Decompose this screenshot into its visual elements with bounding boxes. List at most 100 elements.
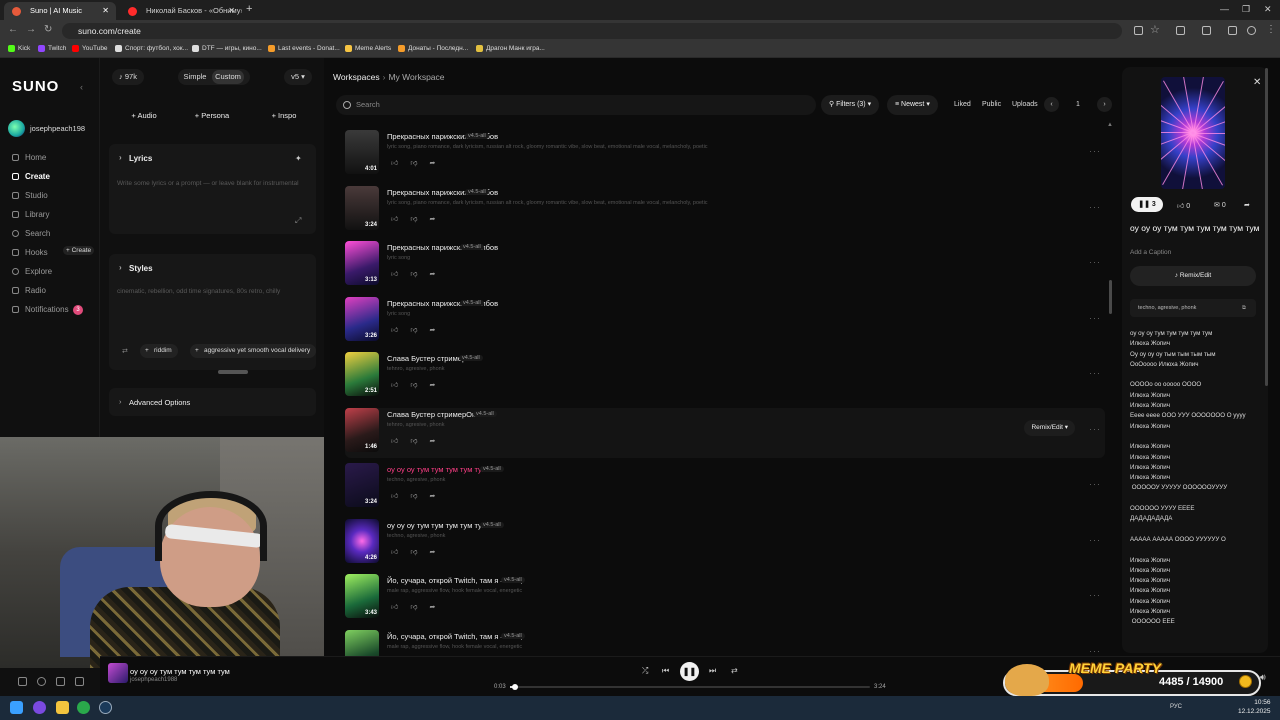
nav-radio[interactable]: Radio [12,286,46,295]
song-row[interactable]: 2:51 Слава Бустер стримерОк v4.5-all tehnro… [345,352,1105,402]
windows-start-icon[interactable] [10,701,23,714]
system-tray[interactable]: РУС [1170,704,1182,710]
song-title[interactable]: Слава Бустер стримерОк [387,410,475,419]
next-page-icon[interactable]: › [1097,97,1112,112]
file-explorer-icon[interactable] [56,701,69,714]
more-options-icon[interactable]: ··· [1089,202,1101,212]
shuffle-icon[interactable]: ⇄ [122,347,128,355]
thumbs-up-icon[interactable]: 👍︎ [391,549,398,556]
pause-button[interactable]: ❚❚ [680,662,699,681]
sidebar-icon[interactable] [1202,26,1211,35]
song-thumbnail[interactable]: 2:51 [345,352,379,396]
minimize-icon[interactable]: — [1220,4,1229,14]
thumbs-up-icon[interactable]: 👍︎ [391,604,398,611]
close-icon[interactable]: ✕ [228,2,235,20]
song-thumbnail[interactable]: 3:13 [345,241,379,285]
list-scrollbar-thumb[interactable] [1109,280,1112,314]
repeat-icon[interactable]: ⇄ [731,666,738,675]
song-row[interactable]: 3:43 Йо, сучара, открой Twitch, там я — б… [345,574,1105,624]
player-artist[interactable]: josephpeach1988 [130,677,177,683]
thumbs-down-icon[interactable]: 👎︎ [410,493,417,500]
more-options-icon[interactable]: ··· [1089,590,1101,600]
thumbs-down-icon[interactable]: 👎︎ [410,327,417,334]
magic-wand-icon[interactable]: ✦ [295,154,302,163]
close-icon[interactable]: ✕ [1253,77,1261,88]
bookmark-item[interactable]: Драгон Манк игра... [476,45,545,52]
thumbs-down-icon[interactable]: 👎︎ [410,382,417,389]
more-options-icon[interactable]: ··· [1089,368,1101,378]
nav-library[interactable]: Library [12,210,49,219]
thumbs-up-icon[interactable]: 👍︎ [391,216,398,223]
play-count-button[interactable]: ❚❚ 3 [1131,197,1163,212]
model-selector[interactable]: v5 ▾ [284,69,312,85]
instagram-icon[interactable] [37,677,46,686]
chrome-icon[interactable] [77,701,90,714]
share-icon[interactable]: ➦ [429,604,435,611]
url-field[interactable]: suno.com/create [62,23,1122,39]
thumbs-up-icon[interactable]: 👍︎ [391,327,398,334]
breadcrumb-current[interactable]: My Workspace [388,72,444,82]
forward-icon[interactable]: → [26,24,36,35]
new-tab-icon[interactable]: + [246,3,252,15]
thumbs-up-icon[interactable]: 👍︎ [391,271,398,278]
thumbs-down-icon[interactable]: 👎︎ [410,160,417,167]
thumbs-down-icon[interactable]: 👎︎ [410,271,417,278]
mode-simple-button[interactable]: Simple [180,69,210,85]
bookmark-item[interactable]: Донаты - Последн... [398,45,468,52]
hooks-create-button[interactable]: + Create [63,246,95,255]
shuffle-icon[interactable]: ⤮ [642,666,648,676]
song-row[interactable]: 3:13 Прекрасных парижских столбов v4.5-all… [345,241,1105,291]
nav-studio[interactable]: Studio [12,191,48,200]
bookmark-item[interactable]: Twitch [38,45,66,52]
public-filter[interactable]: Public [982,101,1001,108]
suno-logo[interactable]: SUNO [12,78,59,95]
style-chip[interactable]: aggressive yet smooth vocal delivery [190,344,317,358]
previous-icon[interactable]: ⏮ [662,666,669,676]
avatar[interactable] [8,120,25,137]
more-options-icon[interactable]: ··· [1089,424,1101,434]
tab-suno[interactable]: Suno | AI Music ✕ [4,2,116,20]
discord-icon[interactable] [75,677,84,686]
song-row[interactable]: 3:24 оу оу оу тум тум тум тум тум v4.5-all… [345,463,1105,513]
thumbs-up-icon[interactable]: 👍︎ [391,438,398,445]
more-options-icon[interactable]: ··· [1089,313,1101,323]
thumbs-down-icon[interactable]: 👎︎ [410,216,417,223]
download-icon[interactable] [1228,26,1237,35]
thumbs-down-icon[interactable]: 👎︎ [410,604,417,611]
share-icon[interactable]: ➦ [429,549,435,556]
username[interactable]: josephpeach198 [30,124,85,133]
add-persona-button[interactable]: + Persona [182,108,242,124]
style-chip[interactable]: riddim [140,344,178,358]
player-thumbnail[interactable] [108,663,128,683]
nav-create[interactable]: Create [12,172,50,181]
styles-input[interactable]: cinematic, rebellion, odd time signature… [117,288,280,295]
yandex-icon[interactable] [33,701,46,714]
thumbs-up-icon[interactable]: 👍︎ [391,160,398,167]
song-row[interactable]: 3:26 Прекрасных парижских столбов v4.5-all… [345,296,1105,347]
bookmark-item[interactable]: Спорт: футбол, хок... [115,45,188,52]
song-row[interactable]: 4:01 Прекрасных парижских столбов v4.5-all… [345,130,1105,180]
install-icon[interactable] [1134,26,1143,35]
song-row[interactable]: 3:24 Прекрасных парижских столбов v4.5-all… [345,185,1105,236]
tiktok-icon[interactable] [56,677,65,686]
share-icon[interactable]: ➦ [429,493,435,500]
share-icon[interactable]: ➦ [429,438,435,445]
bookmark-item[interactable]: YouTube [72,45,108,52]
extensions-icon[interactable] [1176,26,1185,35]
scrollbar-thumb[interactable] [218,370,248,374]
x-icon[interactable] [18,677,27,686]
credits-badge[interactable]: ♪ 97k [112,69,144,85]
tab-youtube[interactable]: Николай Басков - «Обниму» ( ✕ [120,2,242,20]
more-options-icon[interactable]: ··· [1089,646,1101,656]
share-icon[interactable]: ➦ [429,382,435,389]
filters-button[interactable]: ⚲ Filters (3) ▾ [821,95,880,115]
next-icon[interactable]: ⏭ [709,666,716,676]
song-row[interactable]: 4:26 оу оу оу тум тум тум тум тум v4.5-all… [345,518,1105,569]
song-thumbnail[interactable]: 3:26 [345,296,379,341]
collapse-sidebar-icon[interactable]: ‹ [80,82,83,92]
liked-filter[interactable]: Liked [954,101,971,108]
song-thumbnail[interactable]: 3:24 [345,463,379,507]
copy-icon[interactable]: ⧉ [1242,299,1246,317]
lyrics-input[interactable]: Write some lyrics or a prompt — or leave… [117,180,299,187]
thumbs-up-icon[interactable]: 👍︎ [391,493,398,500]
